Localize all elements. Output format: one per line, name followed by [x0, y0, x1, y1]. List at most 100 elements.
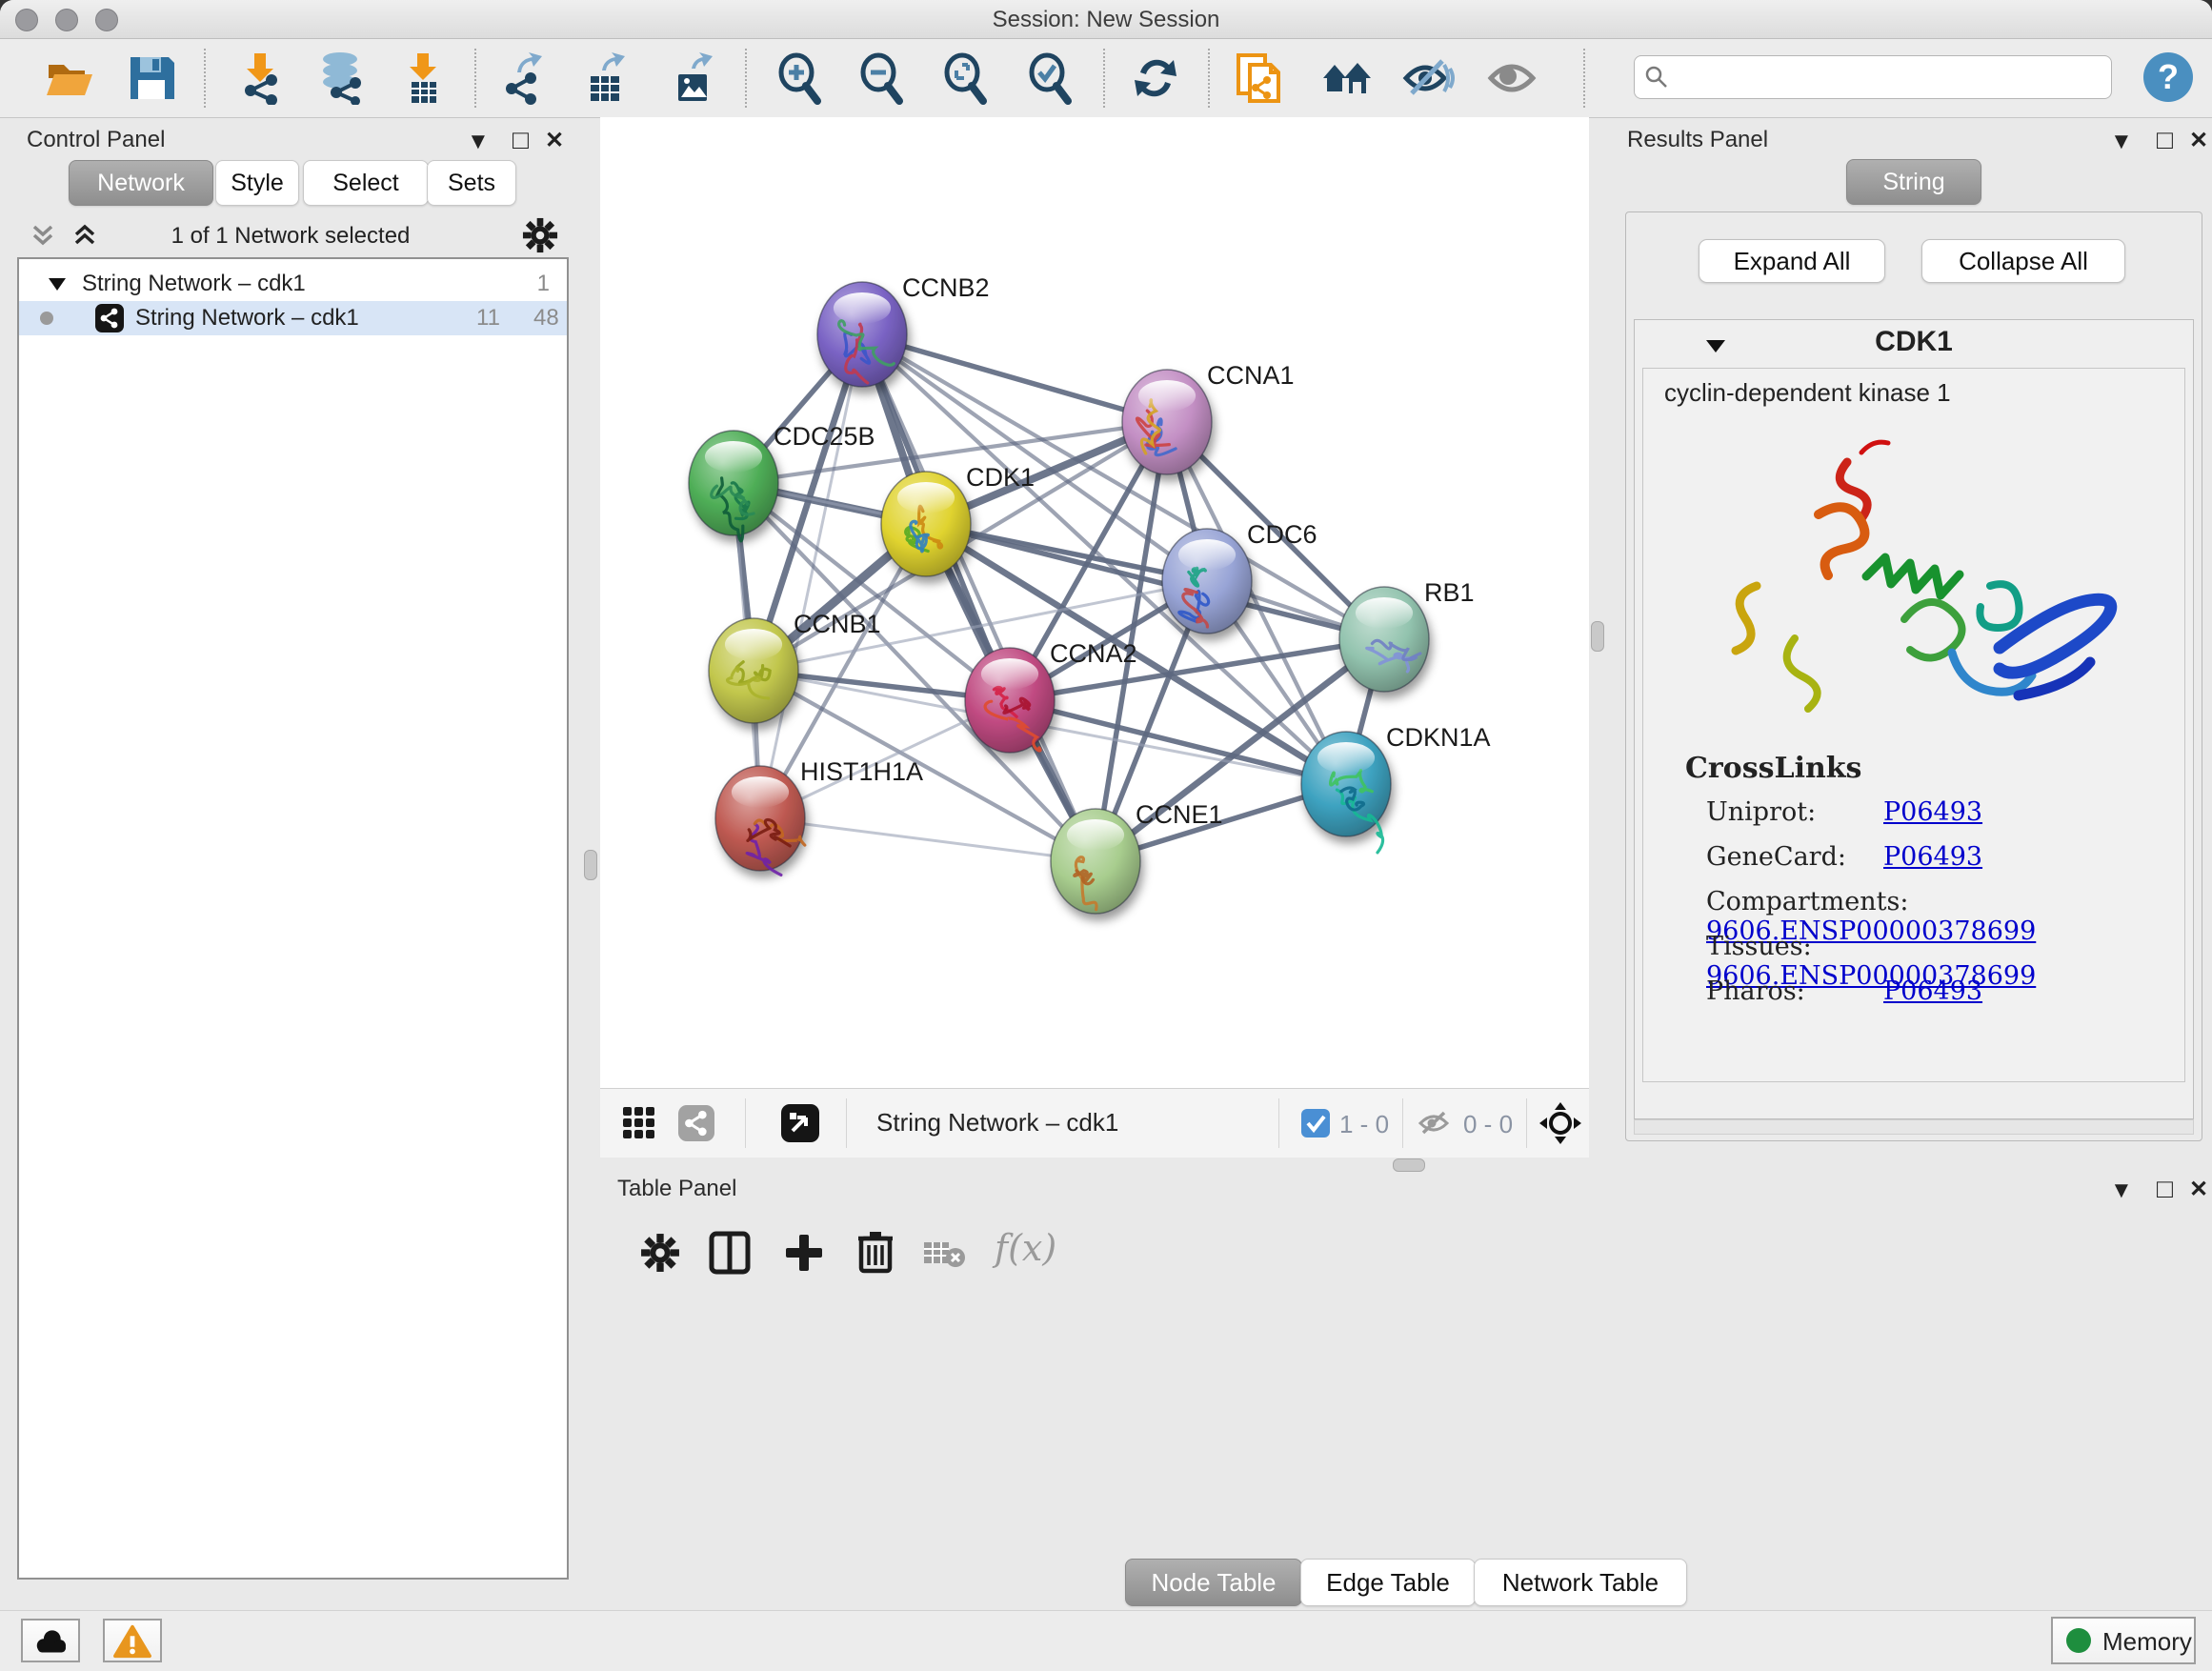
network-node-rb1[interactable]: RB1 [1339, 578, 1475, 692]
tab-sets[interactable]: Sets [427, 160, 516, 206]
delete-table-icon[interactable] [922, 1238, 966, 1269]
title-bar: Session: New Session [0, 0, 2212, 39]
network-node-ccnb2[interactable]: CCNB2 [817, 273, 990, 387]
network-row-selected[interactable]: String Network – cdk1 11 48 [19, 301, 567, 335]
refresh-icon[interactable] [1129, 51, 1182, 105]
crosslink-label: GeneCard: [1706, 842, 1883, 872]
network-edge[interactable] [760, 334, 862, 818]
home-icon[interactable] [1319, 51, 1373, 105]
show-columns-icon[interactable] [709, 1231, 751, 1275]
tab-select[interactable]: Select [303, 160, 429, 206]
zoom-fit-icon[interactable] [939, 51, 993, 105]
add-column-icon[interactable] [783, 1231, 825, 1275]
results-panel-float-icon[interactable]: □ [2157, 125, 2173, 155]
export-image-icon[interactable] [667, 51, 720, 105]
crosslink-row: GeneCard:P06493 [1706, 842, 2163, 872]
import-table-icon[interactable] [396, 51, 450, 105]
crosslink-row: Uniprot:P06493 [1706, 797, 2163, 827]
table-panel-title: Table Panel [617, 1176, 736, 1202]
control-panel: Control Panel ▼ □ ✕ NetworkStyleSelectSe… [0, 117, 581, 1601]
crosslink-label: Compartments: [1706, 887, 1883, 916]
zoom-selected-icon[interactable] [1024, 51, 1077, 105]
detach-view-icon[interactable] [781, 1104, 819, 1142]
network-collection-row[interactable]: String Network – cdk1 1 [19, 267, 567, 301]
results-panel-close-icon[interactable]: ✕ [2189, 127, 2208, 154]
results-hscroll-track[interactable] [1634, 1119, 2194, 1135]
view-toolbar-divider [1526, 1098, 1527, 1148]
import-network-icon[interactable] [233, 51, 287, 105]
table-panel: Table Panel ▼ □ ✕ [600, 1164, 2212, 1602]
warning-icon [111, 1623, 153, 1660]
memory-status-dot [2066, 1628, 2091, 1653]
crosslink-value-link[interactable]: P06493 [1883, 976, 1982, 1006]
search-input[interactable] [1677, 58, 2104, 94]
view-toolbar-divider [846, 1098, 847, 1148]
string-import-icon[interactable] [1233, 51, 1286, 105]
collapse-all-button[interactable]: Collapse All [1921, 239, 2125, 283]
show-all-icon[interactable] [1485, 51, 1538, 105]
hide-selected-icon[interactable] [1402, 51, 1456, 105]
control-panel-title: Control Panel [27, 127, 165, 153]
node-label: CDC6 [1247, 520, 1317, 549]
network-options-gear-icon[interactable] [522, 217, 558, 253]
control-panel-close-icon[interactable]: ✕ [545, 127, 564, 154]
function-builder-icon[interactable]: f(x) [995, 1227, 1056, 1269]
tree-expander-icon[interactable] [48, 275, 67, 292]
table-options-gear-icon[interactable] [640, 1233, 680, 1273]
results-panel-menu-icon[interactable]: ▼ [2110, 129, 2133, 155]
network-node-ccnb1[interactable]: CCNB1 [709, 610, 881, 723]
grid-view-icon[interactable] [621, 1105, 657, 1141]
control-panel-float-icon[interactable]: □ [513, 125, 529, 155]
save-session-icon[interactable] [125, 51, 178, 105]
export-network-icon[interactable] [498, 51, 552, 105]
network-node-cdkn1a[interactable]: CDKN1A [1301, 723, 1491, 853]
window-title: Session: New Session [0, 7, 2212, 33]
warnings-button[interactable] [103, 1619, 162, 1662]
toolbar-divider [745, 49, 747, 108]
toolbar-divider [1208, 49, 1210, 108]
protein-section: CDK1 cyclin-dependent kinase 1 [1634, 319, 2194, 1119]
open-session-icon[interactable] [43, 51, 96, 105]
tab-string[interactable]: String [1846, 159, 1981, 205]
table-panel-menu-icon[interactable]: ▼ [2110, 1178, 2133, 1204]
tab-network-table[interactable]: Network Table [1474, 1559, 1687, 1606]
zoom-out-icon[interactable] [855, 51, 909, 105]
crosslink-label: Uniprot: [1706, 797, 1883, 827]
delete-column-icon[interactable] [855, 1229, 895, 1275]
search-icon [1644, 65, 1669, 90]
zoom-in-icon[interactable] [774, 51, 827, 105]
cloud-button[interactable] [21, 1619, 80, 1662]
network-node-cdk1[interactable]: CDK1 [881, 463, 1035, 576]
crosslink-value-link[interactable]: P06493 [1883, 797, 1982, 827]
splitter-handle-left[interactable] [584, 850, 597, 880]
tab-style[interactable]: Style [215, 160, 299, 206]
memory-button[interactable]: Memory [2051, 1617, 2196, 1664]
network-node-ccna1[interactable]: CCNA1 [1122, 361, 1295, 474]
table-panel-close-icon[interactable]: ✕ [2189, 1176, 2208, 1203]
string-network-icon [95, 304, 124, 332]
selected-checkbox-icon[interactable] [1301, 1109, 1330, 1137]
splitter-handle-right[interactable] [1591, 621, 1604, 652]
network-edge[interactable] [760, 818, 1096, 861]
export-table-icon[interactable] [579, 51, 633, 105]
memory-label: Memory [2102, 1627, 2192, 1657]
table-panel-float-icon[interactable]: □ [2157, 1174, 2173, 1204]
tab-edge-table[interactable]: Edge Table [1300, 1559, 1476, 1606]
node-label: CCNA1 [1207, 361, 1295, 390]
network-tree: String Network – cdk1 1 String Network –… [17, 257, 569, 1580]
import-database-icon[interactable] [315, 51, 369, 105]
expand-all-button[interactable]: Expand All [1699, 239, 1885, 283]
help-button[interactable]: ? [2143, 52, 2193, 102]
network-node-ccne1[interactable]: CCNE1 [1051, 800, 1223, 914]
network-view-icon[interactable] [678, 1105, 714, 1141]
crosslink-value-link[interactable]: P06493 [1883, 842, 1982, 872]
network-canvas[interactable]: CCNB2CCNA1CDC25BCDK1CDC6RB1CCNB1CCNA2CDK… [600, 117, 1589, 1088]
current-network-dot-icon [40, 312, 53, 325]
network-node-hist1h1a[interactable]: HIST1H1A [715, 757, 923, 875]
protein-detail-box: cyclin-dependent kinase 1 [1642, 368, 2185, 1082]
control-panel-menu-icon[interactable]: ▼ [467, 129, 490, 155]
tab-node-table[interactable]: Node Table [1125, 1559, 1302, 1606]
birdseye-crosshair-icon[interactable] [1538, 1100, 1583, 1146]
tab-network[interactable]: Network [69, 160, 213, 206]
network-node-ccna2[interactable]: CCNA2 [965, 639, 1137, 753]
